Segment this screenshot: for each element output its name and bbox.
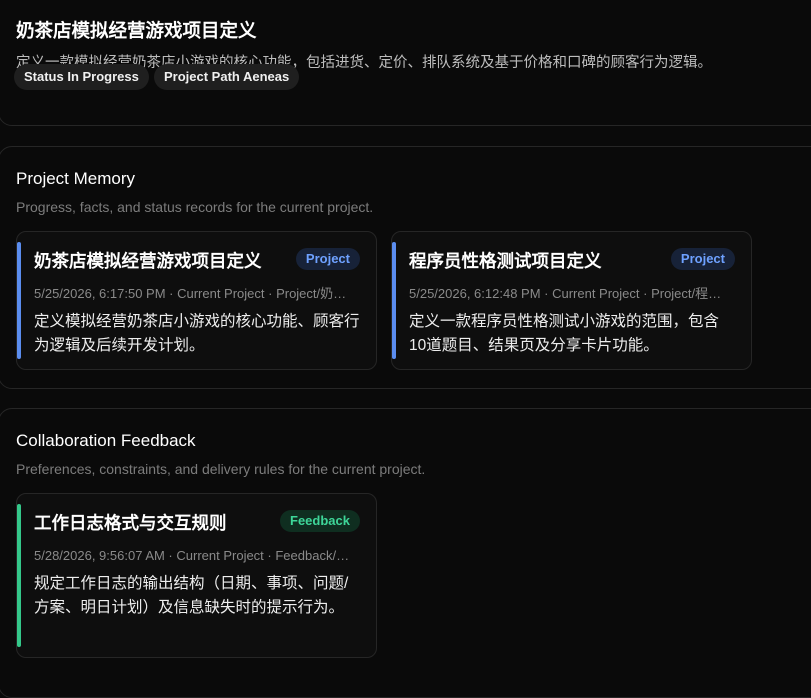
card-body: 规定工作日志的输出结构（日期、事项、问题/方案、明日计划）及信息缺失时的提示行为… [34, 575, 349, 616]
card-meta: 5/25/2026, 6:12:48 PM · Current Project … [409, 286, 731, 301]
project-path-tag[interactable]: Project Path Aeneas [154, 64, 300, 90]
feedback-badge: Feedback [280, 510, 360, 532]
project-memory-subtitle: Progress, facts, and status records for … [16, 199, 374, 215]
project-memory-title: Project Memory [16, 169, 136, 188]
memory-card[interactable]: 奶茶店模拟经营游戏项目定义 Project 5/25/2026, 6:17:50… [16, 231, 377, 370]
feedback-card[interactable]: 工作日志格式与交互规则 Feedback 5/28/2026, 9:56:07 … [16, 493, 377, 658]
collaboration-feedback-panel: Collaboration Feedback Preferences, cons… [0, 408, 811, 698]
project-title: 奶茶店模拟经营游戏项目定义 [16, 20, 257, 41]
card-title: 程序员性格测试项目定义 [409, 251, 602, 271]
collaboration-feedback-subtitle: Preferences, constraints, and delivery r… [16, 461, 426, 477]
project-memory-panel: Project Memory Progress, facts, and stat… [0, 146, 811, 389]
project-badge: Project [670, 248, 735, 270]
card-meta: 5/25/2026, 6:17:50 PM · Current Project … [34, 286, 356, 301]
card-accent-bar [17, 242, 21, 359]
card-meta: 5/28/2026, 9:56:07 AM · Current Project … [34, 548, 356, 563]
card-accent-bar [17, 504, 21, 647]
status-tag[interactable]: Status In Progress [14, 64, 149, 90]
card-accent-bar [392, 242, 396, 359]
card-title: 奶茶店模拟经营游戏项目定义 [34, 251, 262, 271]
card-body: 定义一款程序员性格测试小游戏的范围，包含10道题目、结果页及分享卡片功能。 [409, 313, 720, 354]
card-body: 定义模拟经营奶茶店小游戏的核心功能、顾客行为逻辑及后续开发计划。 [34, 313, 360, 354]
project-header-panel: 奶茶店模拟经营游戏项目定义 定义一款模拟经营奶茶店小游戏的核心功能，包括进货、定… [0, 0, 811, 126]
card-title: 工作日志格式与交互规则 [34, 513, 227, 533]
collaboration-feedback-title: Collaboration Feedback [16, 431, 196, 450]
project-badge: Project [295, 248, 360, 270]
memory-card[interactable]: 程序员性格测试项目定义 Project 5/25/2026, 6:12:48 P… [391, 231, 752, 370]
